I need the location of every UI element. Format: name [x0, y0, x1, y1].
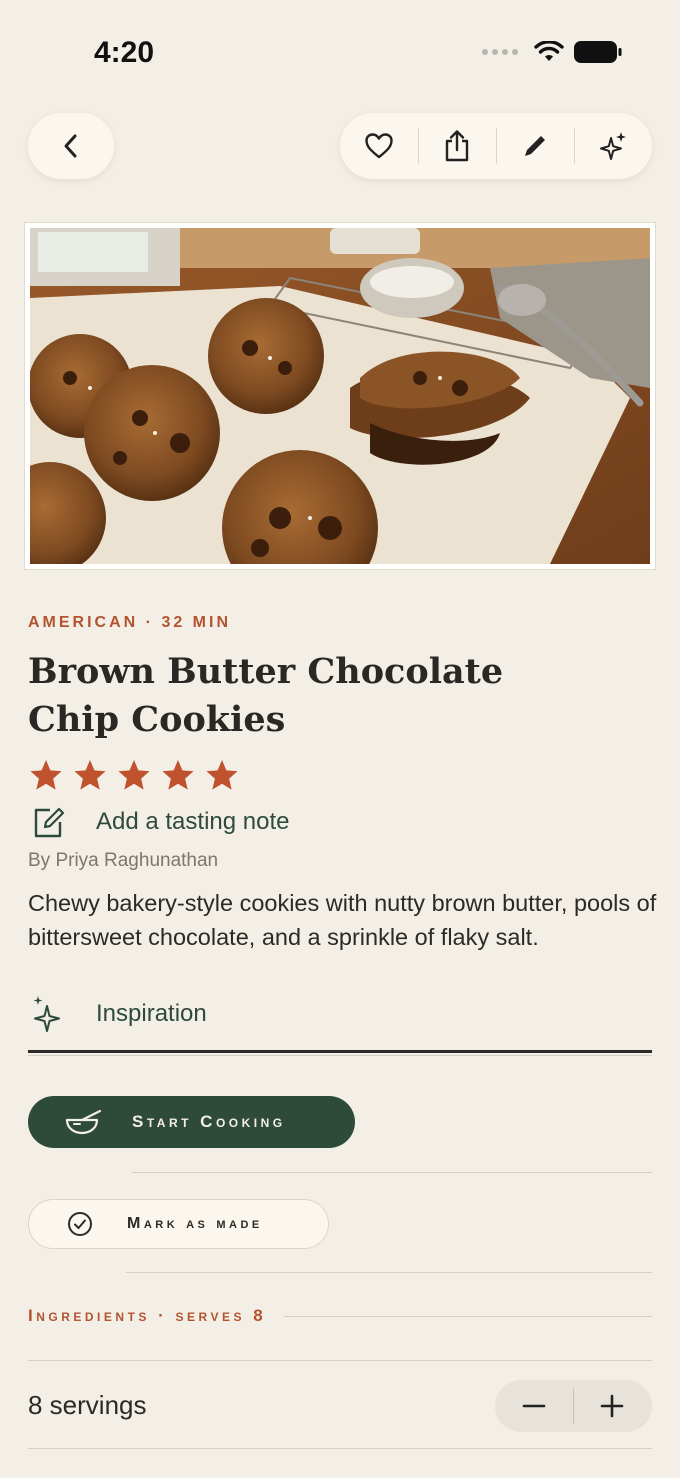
mixing-bowl-icon	[64, 1108, 104, 1136]
start-cooking-button[interactable]: Start Cooking	[28, 1096, 355, 1148]
star-icon[interactable]	[116, 758, 152, 792]
divider	[28, 1360, 652, 1361]
servings-stepper	[495, 1380, 652, 1432]
chevron-left-icon	[64, 134, 77, 158]
star-icon[interactable]	[28, 758, 64, 792]
action-pill	[340, 113, 652, 179]
section-divider-thin	[28, 1055, 652, 1056]
back-button[interactable]	[28, 113, 114, 179]
sparkles-icon	[600, 132, 626, 160]
check-circle-icon	[67, 1211, 93, 1237]
battery-icon	[574, 41, 622, 63]
heart-icon	[365, 133, 393, 159]
edit-button[interactable]	[496, 113, 574, 179]
recipe-photo	[24, 222, 656, 570]
pencil-icon	[525, 136, 545, 156]
divider	[132, 1172, 652, 1173]
recipe-title: Brown Butter Chocolate Chip Cookies	[28, 651, 504, 740]
favorite-button[interactable]	[340, 113, 418, 179]
plus-icon	[600, 1394, 624, 1418]
wifi-icon	[534, 41, 564, 61]
inspiration-label: Inspiration	[96, 1000, 207, 1027]
increment-servings-button[interactable]	[573, 1380, 651, 1432]
share-icon	[445, 130, 469, 162]
add-tasting-note-button[interactable]: Add a tasting note	[30, 804, 289, 840]
star-icon[interactable]	[72, 758, 108, 792]
header-rule	[284, 1315, 652, 1317]
recipe-description: Chewy bakery-style cookies with nutty br…	[28, 890, 657, 950]
ingredients-title: Ingredients · serves 8	[28, 1306, 267, 1325]
star-rating[interactable]	[28, 758, 240, 792]
servings-label: 8 servings	[28, 1390, 147, 1420]
recipe-meta: AMERICAN · 32 MIN	[28, 614, 232, 631]
status-bar: 4:20	[0, 0, 680, 100]
mark-as-made-button[interactable]: Mark as made	[28, 1199, 329, 1249]
start-cooking-label: Start Cooking	[132, 1112, 286, 1131]
divider	[28, 1448, 652, 1449]
decrement-servings-button[interactable]	[495, 1380, 573, 1432]
note-edit-icon	[34, 807, 65, 838]
inspiration-button[interactable]: Inspiration	[30, 994, 207, 1034]
sparkles-icon	[33, 996, 60, 1032]
divider	[126, 1272, 652, 1273]
status-time: 4:20	[94, 36, 155, 69]
star-icon[interactable]	[160, 758, 196, 792]
ai-button[interactable]	[574, 113, 652, 179]
cellular-signal-icon	[482, 49, 518, 55]
mark-as-made-label: Mark as made	[127, 1215, 263, 1232]
ingredients-header: Ingredients · serves 8	[28, 1306, 652, 1326]
share-button[interactable]	[418, 113, 496, 179]
section-divider	[28, 1050, 652, 1053]
cookies-photo	[30, 228, 650, 564]
minus-icon	[522, 1404, 546, 1408]
recipe-author: By Priya Raghunathan	[28, 850, 219, 871]
tasting-note-label: Add a tasting note	[96, 808, 290, 835]
star-icon[interactable]	[204, 758, 240, 792]
status-icons	[482, 40, 622, 64]
